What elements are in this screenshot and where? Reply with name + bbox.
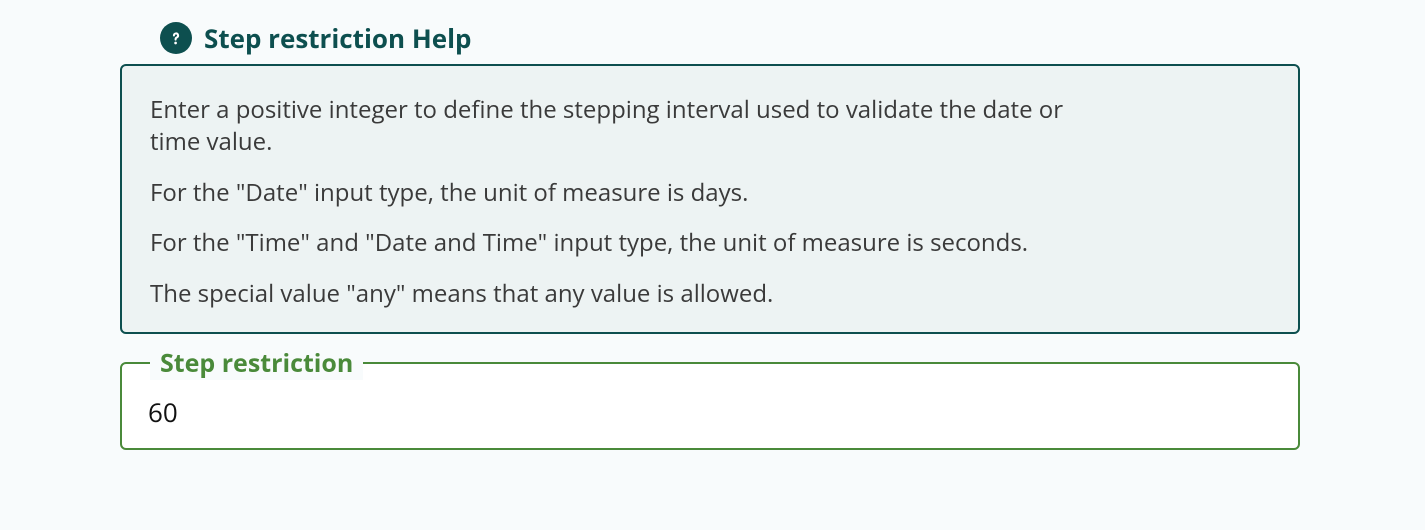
help-paragraph: The special value "any" means that any v… (150, 278, 1110, 310)
help-paragraph: For the "Time" and "Date and Time" input… (150, 227, 1110, 259)
step-restriction-label: Step restriction (150, 346, 363, 380)
help-title: Step restriction Help (204, 20, 471, 56)
help-icon (160, 22, 192, 54)
help-header: Step restriction Help (160, 20, 1305, 56)
help-paragraph: For the "Date" input type, the unit of m… (150, 177, 1110, 209)
help-paragraph: Enter a positive integer to define the s… (150, 94, 1110, 159)
help-box: Enter a positive integer to define the s… (120, 64, 1300, 334)
step-restriction-field: Step restriction (120, 362, 1300, 450)
step-restriction-input[interactable] (148, 394, 1272, 430)
